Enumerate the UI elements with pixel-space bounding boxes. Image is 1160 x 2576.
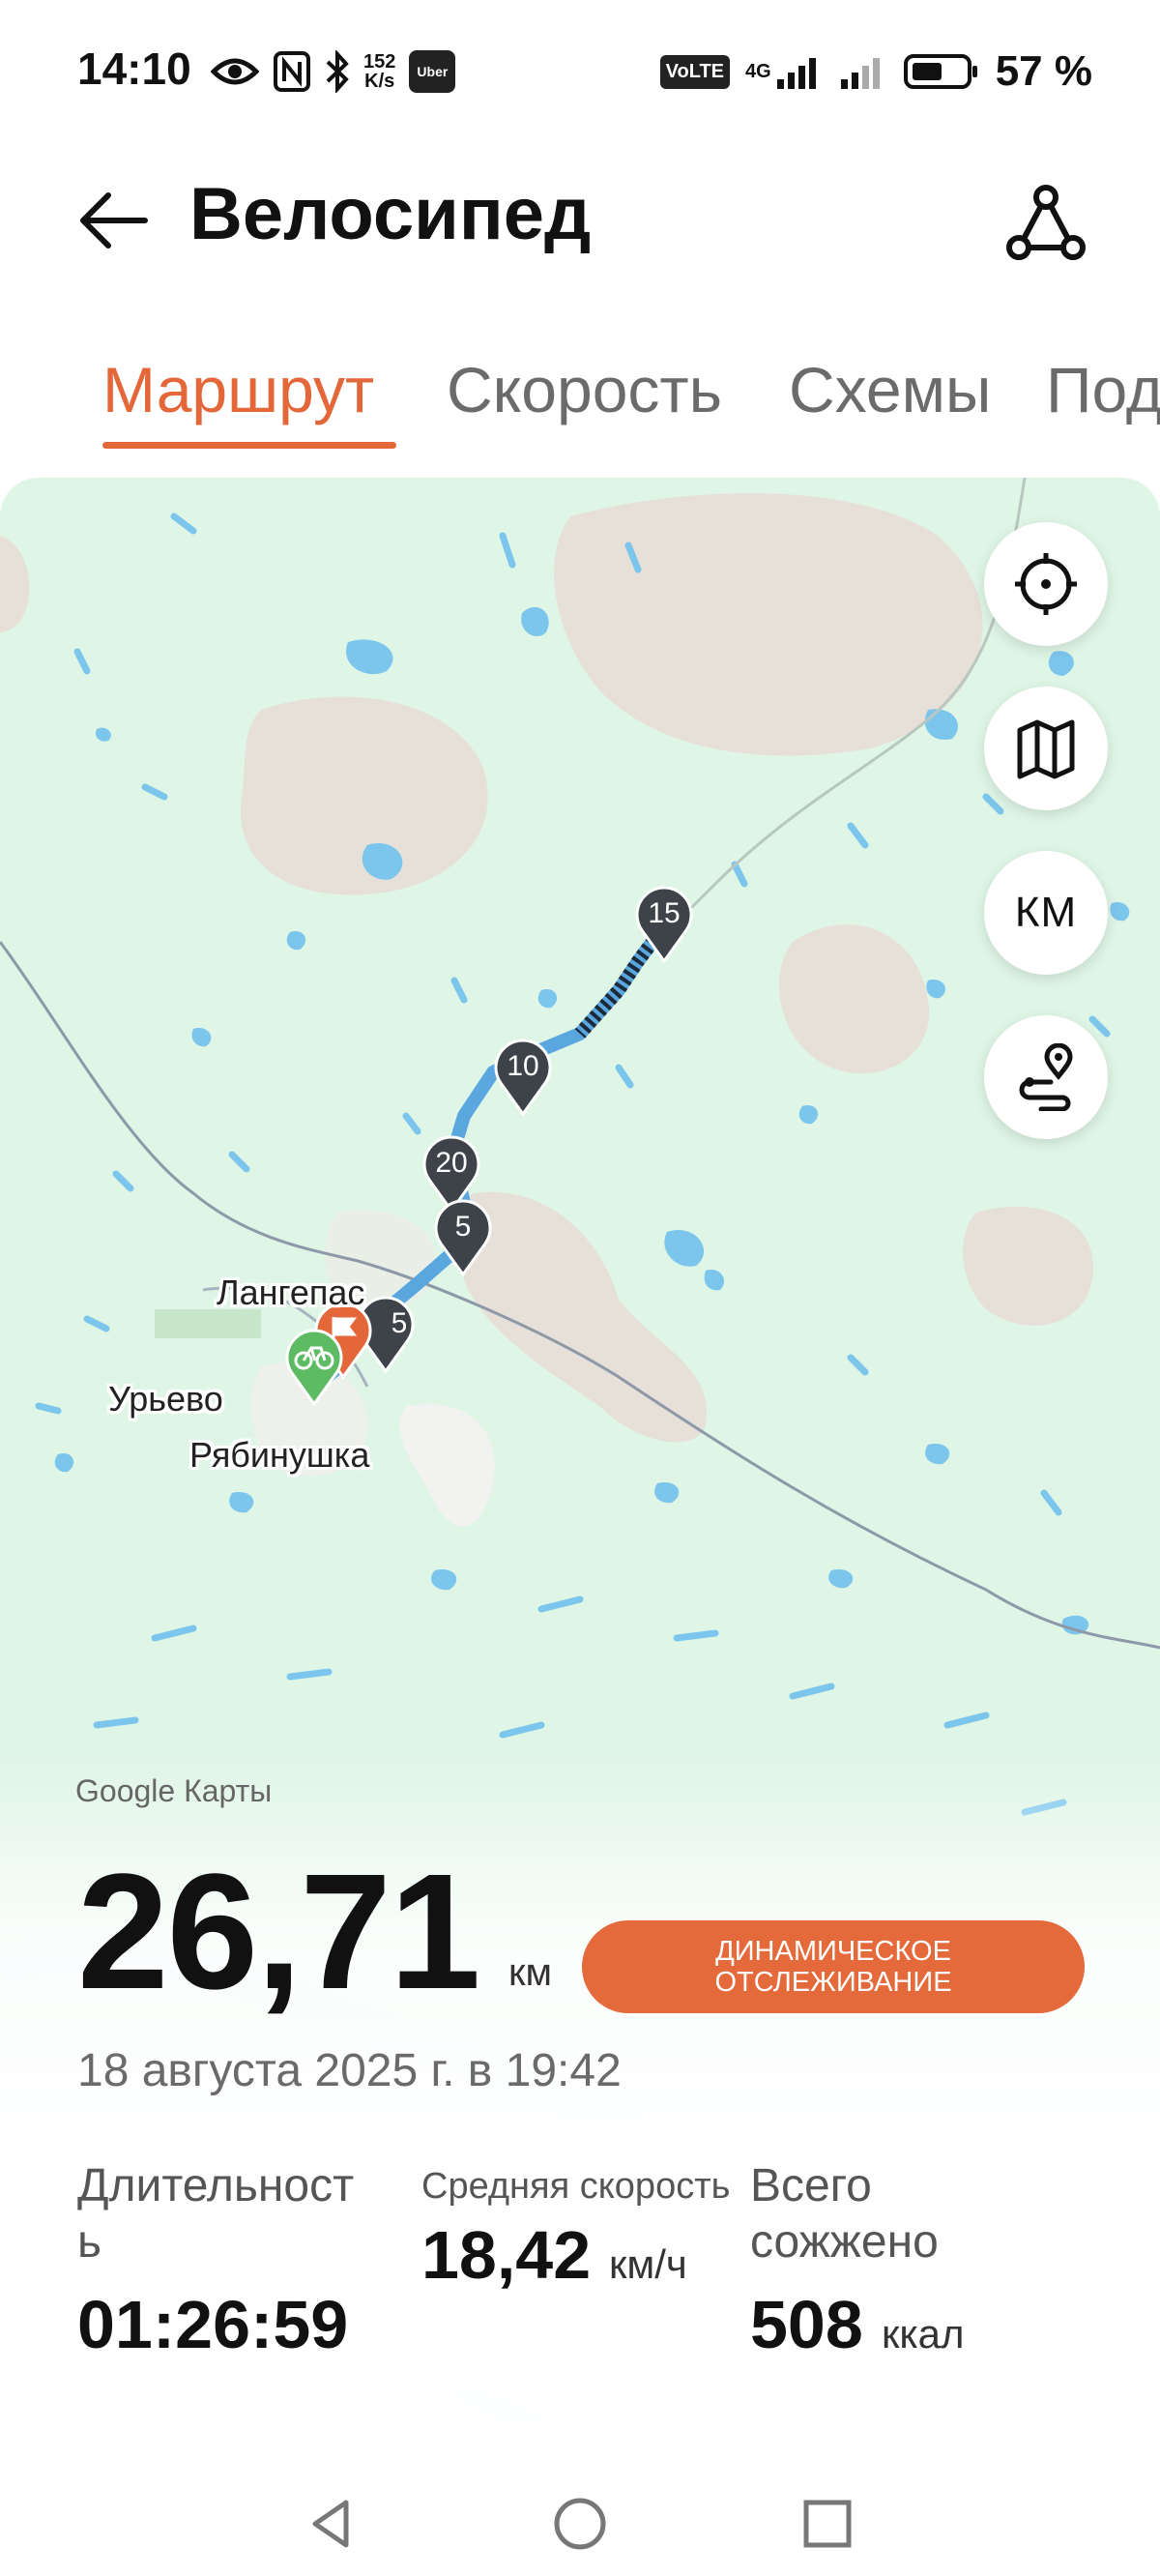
locate-button[interactable] [984, 522, 1108, 646]
place-label-ryabinushka: Рябинушка [189, 1435, 370, 1475]
distance-marker-10[interactable]: 10 [491, 1039, 555, 1117]
distance-marker-15[interactable]: 15 [632, 886, 696, 964]
duration-value: 01:26:59 [77, 2287, 349, 2362]
avg-speed-label: Средняя скорость [421, 2166, 731, 2207]
route-options-button[interactable] [1001, 180, 1087, 265]
back-button[interactable] [75, 182, 153, 259]
place-label-uryevo: Урьево [108, 1379, 223, 1419]
duration-label: Длительност ь [77, 2160, 355, 2268]
map-attribution: Google Карты [75, 1773, 273, 1808]
crosshair-icon [1015, 553, 1077, 615]
total-distance: 26,71 [77, 1840, 480, 2024]
nav-back-button[interactable] [294, 2485, 371, 2562]
arrow-left-icon [80, 192, 148, 249]
place-label-langepas: Лангепас [217, 1273, 365, 1312]
tab-more[interactable]: Под [1046, 353, 1160, 426]
tab-bar: Маршрут Скорость Схемы Под [0, 343, 1160, 459]
calories-value: 508 [750, 2287, 863, 2362]
units-toggle-button[interactable]: КМ [984, 851, 1108, 975]
bicycle-icon [285, 1329, 343, 1407]
battery-icon [903, 52, 980, 91]
start-marker[interactable] [282, 1329, 346, 1407]
nav-home-button[interactable] [541, 2485, 619, 2562]
square-recents-icon [803, 2500, 852, 2548]
signal-2-icon [839, 52, 887, 91]
triangle-back-icon [312, 2500, 349, 2548]
calories-label: Всего сожжено [750, 2160, 939, 2268]
avg-speed-unit: км/ч [609, 2241, 687, 2287]
app-header: Велосипед [0, 164, 1160, 280]
net-speed: 152 K/s [363, 51, 396, 92]
nav-recents-button[interactable] [789, 2485, 866, 2562]
live-tracking-button[interactable]: ДИНАМИЧЕСКОЕ ОТСЛЕЖИВАНИЕ [582, 1920, 1085, 2013]
active-tab-indicator [102, 442, 396, 449]
distance-marker-5[interactable]: 5 [431, 1199, 495, 1277]
tab-charts[interactable]: Схемы [789, 353, 991, 426]
battery-percent: 57 % [995, 47, 1092, 95]
status-icons-left: 152 K/s Uber [211, 43, 456, 101]
route-playback-button[interactable] [984, 1015, 1108, 1139]
route-pin-icon [1019, 1043, 1073, 1111]
nfc-icon [273, 50, 311, 93]
status-time: 14:10 [77, 44, 191, 94]
tab-route[interactable]: Маршрут [102, 353, 374, 426]
page-title: Велосипед [189, 173, 592, 255]
system-nav-bar [0, 2475, 1160, 2576]
eye-icon [211, 54, 259, 89]
uber-app-icon: Uber [409, 50, 456, 93]
status-bar: 14:10 152 K/s Uber VoLTE 4G 57 % [0, 0, 1160, 145]
avg-speed-value: 18,42 [421, 2217, 592, 2293]
signal-icon: 4G [745, 52, 824, 91]
units-label: КМ [1014, 889, 1078, 936]
circle-home-icon [554, 2498, 606, 2550]
distance-unit: км [508, 1951, 552, 1994]
volte-badge: VoLTE [659, 54, 731, 89]
calories-unit: ккал [882, 2311, 965, 2356]
route-share-icon [1006, 185, 1086, 260]
map-icon [1017, 719, 1075, 779]
tab-speed[interactable]: Скорость [447, 353, 722, 426]
map-type-button[interactable] [984, 687, 1108, 810]
bluetooth-icon [325, 50, 350, 93]
status-icons-right: VoLTE 4G 57 % [659, 43, 1092, 101]
workout-date: 18 августа 2025 г. в 19:42 [77, 2045, 622, 2096]
